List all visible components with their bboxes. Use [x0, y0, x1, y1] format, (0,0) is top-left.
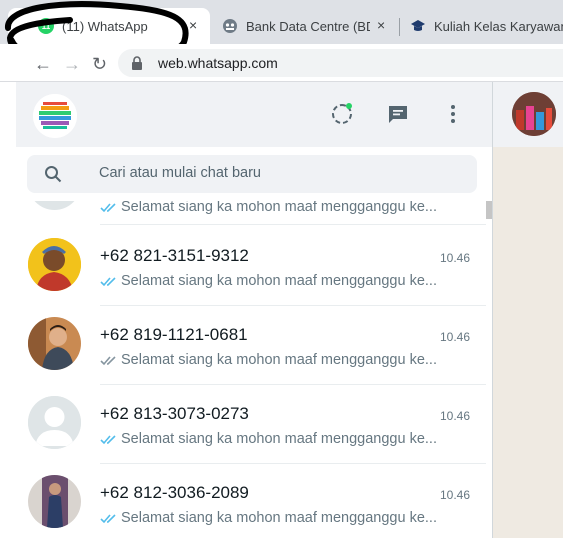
sidebar-header — [16, 82, 492, 147]
chat-list-item[interactable]: +62 819-1121-0681 10.46 Selamat siang ka… — [16, 306, 486, 385]
chat-time: 10.46 — [439, 409, 470, 423]
chat-time: 10.46 — [439, 488, 470, 502]
status-icon[interactable] — [330, 102, 354, 126]
tab-kuliah[interactable]: Kuliah Kelas Karyawan — [400, 8, 563, 44]
tab-title-bdc: Bank Data Centre (BDC) — [246, 18, 370, 34]
graduation-cap-icon — [410, 18, 426, 34]
chat-list-item[interactable]: +62 812-3036-2089 10.46 Selamat siang ka… — [16, 464, 486, 538]
conversation-header — [493, 82, 563, 147]
omnibox[interactable]: web.whatsapp.com — [118, 49, 563, 77]
search-section: Cari atau mulai chat baru — [16, 147, 492, 201]
menu-icon[interactable] — [441, 102, 465, 126]
chat-name: +62 813-3073-0273 — [100, 404, 249, 423]
chat-list-item[interactable]: Selamat siang ka mohon maaf mengganggu k… — [16, 201, 486, 225]
whatsapp-icon: 11 — [38, 18, 54, 34]
tab-whatsapp[interactable]: 11 (11) WhatsApp × — [8, 8, 210, 44]
forward-arrow-icon[interactable]: → — [63, 54, 81, 75]
tab-close-icon[interactable]: × — [189, 17, 197, 33]
lock-icon — [132, 56, 142, 70]
chat-name: +62 812-3036-2089 — [100, 483, 249, 502]
contact-avatar — [28, 475, 81, 528]
chat-preview: Selamat siang ka mohon maaf mengganggu k… — [100, 273, 437, 289]
address-bar: ← → ↻ web.whatsapp.com — [0, 44, 563, 82]
tab-title-whatsapp: (11) WhatsApp — [62, 18, 148, 34]
tab-title-kuliah: Kuliah Kelas Karyawan — [434, 18, 563, 34]
tab-bdc[interactable]: Bank Data Centre (BDC) × — [212, 8, 396, 44]
conversation-contact-avatar[interactable] — [512, 92, 556, 136]
my-profile-avatar[interactable] — [33, 94, 77, 138]
back-arrow-icon[interactable]: ← — [34, 54, 52, 75]
chat-divider — [100, 224, 486, 225]
url-text: web.whatsapp.com — [158, 55, 278, 71]
search-input[interactable]: Cari atau mulai chat baru — [27, 155, 477, 193]
chat-time: 10.46 — [439, 330, 470, 344]
conversation-pane — [492, 82, 563, 538]
reload-icon[interactable]: ↻ — [92, 54, 107, 75]
chat-preview: Selamat siang ka mohon maaf mengganggu k… — [100, 431, 437, 447]
double-check-icon — [100, 513, 116, 523]
contact-avatar — [28, 201, 81, 210]
tab-badge: 11 — [41, 21, 51, 31]
double-check-icon — [100, 202, 116, 212]
chat-preview: Selamat siang ka mohon maaf mengganggu k… — [100, 352, 437, 368]
chat-name: +62 819-1121-0681 — [100, 325, 248, 344]
chat-sidebar: Cari atau mulai chat baru Selamat siang … — [16, 82, 492, 538]
chat-list: Selamat siang ka mohon maaf mengganggu k… — [16, 201, 486, 538]
double-check-icon — [100, 276, 116, 286]
tab-close-icon[interactable]: × — [377, 17, 385, 33]
new-chat-icon[interactable] — [386, 102, 410, 126]
contact-avatar — [28, 317, 81, 370]
search-placeholder: Cari atau mulai chat baru — [99, 165, 261, 181]
double-check-icon — [100, 434, 116, 444]
contact-avatar — [28, 238, 81, 291]
chat-name: +62 821-3151-9312 — [100, 246, 249, 265]
chat-time: 10.46 — [439, 251, 470, 265]
double-check-icon — [100, 355, 116, 365]
bdc-icon — [222, 18, 238, 34]
browser-tab-bar: 11 (11) WhatsApp × Bank Data Centre (BDC… — [0, 0, 563, 66]
chat-preview: Selamat siang ka mohon maaf mengganggu k… — [100, 510, 437, 526]
chat-list-item[interactable]: +62 813-3073-0273 10.46 Selamat siang ka… — [16, 385, 486, 464]
default-avatar-icon — [28, 396, 81, 449]
search-icon — [45, 166, 62, 183]
chat-preview: Selamat siang ka mohon maaf mengganggu k… — [100, 201, 437, 215]
chat-list-item[interactable]: +62 821-3151-9312 10.46 Selamat siang ka… — [16, 227, 486, 306]
